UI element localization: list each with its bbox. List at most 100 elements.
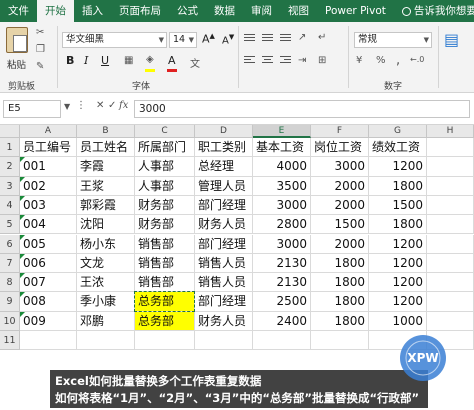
paste-button-label[interactable]: 粘贴 [7,57,26,71]
data-cell[interactable]: 部门经理 [195,195,253,216]
underline-button[interactable]: U [101,54,109,67]
column-title-cell[interactable]: 所属部门 [135,138,195,158]
row-header-3[interactable]: 3 [0,176,20,196]
data-cell[interactable]: 2130 [253,253,311,274]
data-cell[interactable]: 2000 [311,195,369,216]
data-cell[interactable]: 3500 [253,176,311,196]
column-header-f[interactable]: F [311,125,369,138]
data-cell[interactable]: 沈阳 [77,215,135,235]
row-header-5[interactable]: 5 [0,215,20,235]
namebox-dropdown-icon[interactable]: ▼ [64,102,70,111]
data-cell[interactable]: 2000 [311,234,369,254]
data-cell[interactable] [427,176,474,196]
data-cell[interactable] [77,331,135,351]
column-header-e[interactable]: E [253,125,311,138]
data-cell[interactable]: 2400 [253,311,311,331]
indent-icon[interactable]: ⇥ [298,55,306,66]
column-title-cell[interactable]: 员工编号 [20,138,77,158]
data-cell[interactable]: 销售人员 [195,253,253,274]
row-header-6[interactable]: 6 [0,234,20,254]
data-cell[interactable]: 1800 [311,311,369,331]
data-cell[interactable]: 总经理 [195,157,253,177]
data-cell[interactable]: 郭彩霞 [77,195,135,216]
tab-4[interactable]: 公式 [169,0,206,22]
row-header-10[interactable]: 10 [0,311,20,331]
data-cell[interactable]: 1200 [369,157,427,177]
data-cell[interactable] [20,331,77,351]
grow-font-icon[interactable]: A▲ [202,32,215,46]
data-cell[interactable]: 1800 [311,253,369,274]
data-cell[interactable] [427,157,474,177]
bold-button[interactable]: B [66,54,74,67]
row-header-2[interactable]: 2 [0,157,20,177]
data-cell[interactable]: 部门经理 [195,234,253,254]
data-cell[interactable]: 1500 [311,215,369,235]
tab-1[interactable]: 开始 [37,0,74,22]
insert-function-button[interactable]: fx [119,100,128,111]
data-cell[interactable]: 1200 [369,234,427,254]
formula-input[interactable]: 3000 [134,100,470,118]
tell-me-box[interactable]: 告诉我你想要做 [394,0,474,22]
data-cell[interactable]: 003 [20,195,77,216]
data-cell[interactable] [427,195,474,216]
percent-button[interactable]: % [376,55,386,66]
data-cell[interactable]: 销售部 [135,234,195,254]
font-size-combo[interactable]: 14 ▼ [169,32,197,48]
data-cell[interactable]: 1800 [311,292,369,312]
data-cell[interactable] [427,292,474,312]
font-color-icon[interactable]: A [168,54,176,67]
currency-icon[interactable]: ¥ [356,55,362,66]
data-cell[interactable]: 2000 [311,176,369,196]
data-cell[interactable]: 1800 [369,176,427,196]
conditional-format-icon[interactable]: ▤ [444,30,459,49]
select-all-corner[interactable] [0,125,20,138]
column-title-cell[interactable]: 职工类别 [195,138,253,158]
column-title-cell[interactable]: 员工姓名 [77,138,135,158]
enter-icon[interactable]: ✓ [108,100,116,111]
cut-icon[interactable]: ✂ [36,27,44,38]
format-painter-icon[interactable]: ✎ [36,61,44,72]
data-cell[interactable]: 002 [20,176,77,196]
data-cell[interactable]: 财务人员 [195,215,253,235]
data-cell[interactable]: 001 [20,157,77,177]
align-middle-icon[interactable] [262,34,273,44]
row-header-4[interactable]: 4 [0,195,20,216]
increase-decimal-icon[interactable]: ←.0 [410,55,424,64]
paste-icon[interactable] [6,27,28,53]
data-cell[interactable]: 3000 [311,157,369,177]
column-header-d[interactable]: D [195,125,253,138]
data-cell[interactable]: 004 [20,215,77,235]
tab-5[interactable]: 数据 [206,0,243,22]
data-cell[interactable]: 总务部 [135,311,195,331]
data-cell[interactable]: 邓鹏 [77,311,135,331]
data-cell[interactable]: 人事部 [135,176,195,196]
column-header-g[interactable]: G [369,125,427,138]
column-title-cell[interactable]: 岗位工资 [311,138,369,158]
font-name-combo[interactable]: 华文细黑 ▼ [62,32,167,48]
italic-button[interactable]: I [84,54,88,67]
column-header-b[interactable]: B [77,125,135,138]
data-cell[interactable]: 2800 [253,215,311,235]
name-box[interactable]: E5 [3,100,61,118]
row-header-9[interactable]: 9 [0,292,20,312]
data-cell[interactable]: 009 [20,311,77,331]
data-cell[interactable]: 1800 [311,273,369,293]
data-cell[interactable]: 管理人员 [195,176,253,196]
number-format-combo[interactable]: 常规 ▼ [354,32,432,48]
data-cell[interactable]: 1500 [369,195,427,216]
row-header-1[interactable]: 1 [0,138,20,158]
border-icon[interactable]: ▦ [124,55,133,66]
data-cell[interactable]: 006 [20,253,77,274]
data-cell[interactable] [427,215,474,235]
column-header-h[interactable]: H [427,125,474,138]
data-cell[interactable]: 部门经理 [195,292,253,312]
data-cell[interactable] [311,331,369,351]
align-left-icon[interactable] [244,56,255,66]
row-header-7[interactable]: 7 [0,253,20,274]
data-cell[interactable]: 4000 [253,157,311,177]
data-cell[interactable]: 李霞 [77,157,135,177]
tab-7[interactable]: 视图 [280,0,317,22]
tab-8[interactable]: Power Pivot [317,0,394,22]
data-cell[interactable]: 1000 [369,311,427,331]
data-cell[interactable]: 人事部 [135,157,195,177]
